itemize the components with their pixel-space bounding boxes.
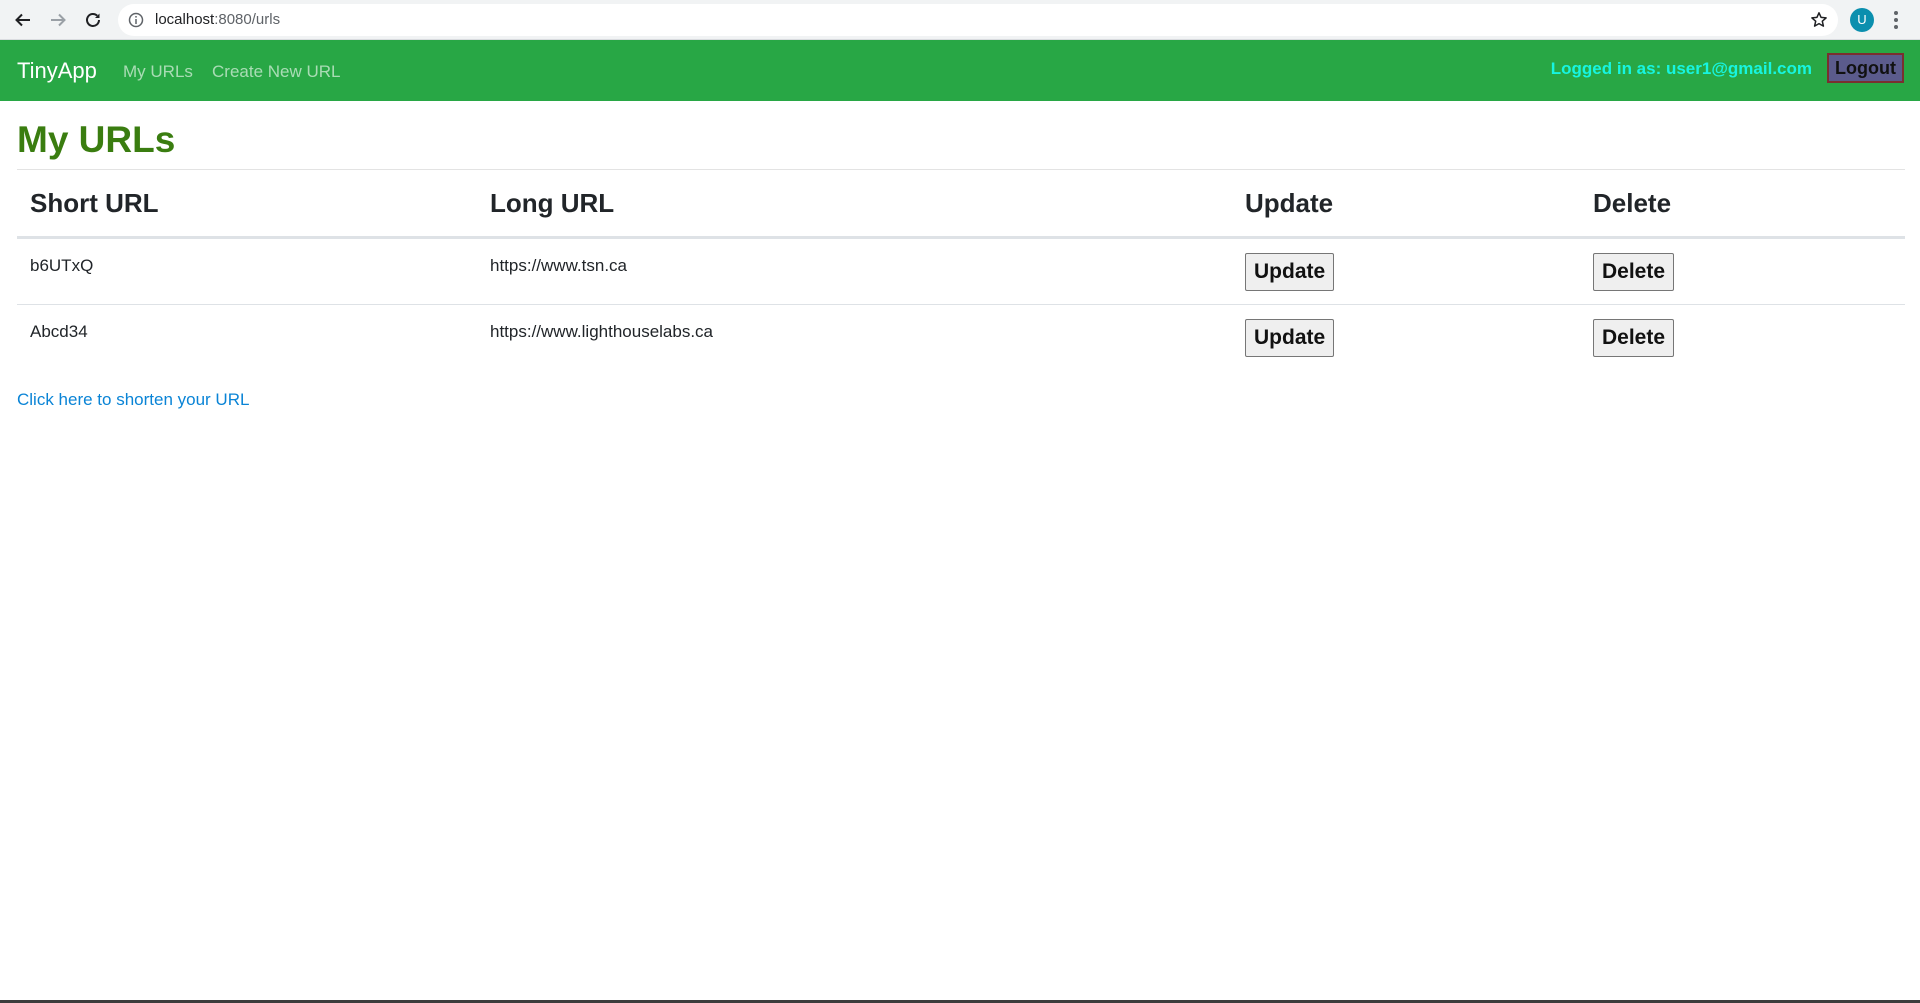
column-header-delete: Delete [1580,170,1905,239]
url-text[interactable]: localhost:8080/urls [155,4,280,36]
delete-button[interactable]: Delete [1593,252,1675,291]
column-header-short-url: Short URL [17,170,477,239]
logged-in-status: Logged in as: user1@gmail.com [1550,59,1812,78]
long-url-cell: https://www.lighthouselabs.ca [477,305,1232,371]
nav-create-new-url[interactable]: Create New URL [212,40,341,103]
menu-dots-icon[interactable] [1888,8,1904,32]
table-row: b6UTxQ https://www.tsn.ca Update Delete [17,237,1905,305]
profile-avatar[interactable]: U [1850,8,1874,32]
forward-arrow-icon[interactable] [44,6,72,34]
shorten-url-link[interactable]: Click here to shorten your URL [17,390,249,410]
update-button[interactable]: Update [1245,252,1335,291]
app-navbar: TinyApp My URLs Create New URL Logged in… [0,40,1920,101]
long-url-text: https://www.lighthouselabs.ca [490,322,714,341]
table-header-row: Short URL Long URL Update Delete [17,170,1905,239]
browser-toolbar: localhost:8080/urls U [0,0,1920,40]
short-url-text: Abcd34 [30,322,88,341]
update-button[interactable]: Update [1245,318,1335,357]
column-header-long-url: Long URL [477,170,1232,239]
brand-logo[interactable]: TinyApp [17,40,97,101]
urls-table: Short URL Long URL Update Delete b6UTxQ … [17,170,1905,370]
update-cell: Update [1232,305,1580,371]
info-icon[interactable] [128,12,144,33]
delete-cell: Delete [1580,237,1905,305]
delete-button[interactable]: Delete [1593,318,1675,357]
logout-button[interactable]: Logout [1827,53,1904,83]
short-url-cell: b6UTxQ [17,237,477,305]
long-url-text: https://www.tsn.ca [490,256,627,275]
nav-my-urls[interactable]: My URLs [123,40,193,103]
star-icon[interactable] [1810,11,1828,34]
url-path: :8080/urls [214,11,281,28]
address-bar[interactable]: localhost:8080/urls [118,4,1838,36]
short-url-cell: Abcd34 [17,305,477,371]
table-row: Abcd34 https://www.lighthouselabs.ca Upd… [17,305,1905,371]
short-url-text: b6UTxQ [30,256,94,275]
column-header-update: Update [1232,170,1580,239]
reload-icon[interactable] [79,6,107,34]
long-url-cell: https://www.tsn.ca [477,237,1232,305]
update-cell: Update [1232,237,1580,305]
page-title: My URLs [17,119,176,160]
delete-cell: Delete [1580,305,1905,371]
url-host: localhost [155,11,215,28]
back-arrow-icon[interactable] [9,6,37,34]
